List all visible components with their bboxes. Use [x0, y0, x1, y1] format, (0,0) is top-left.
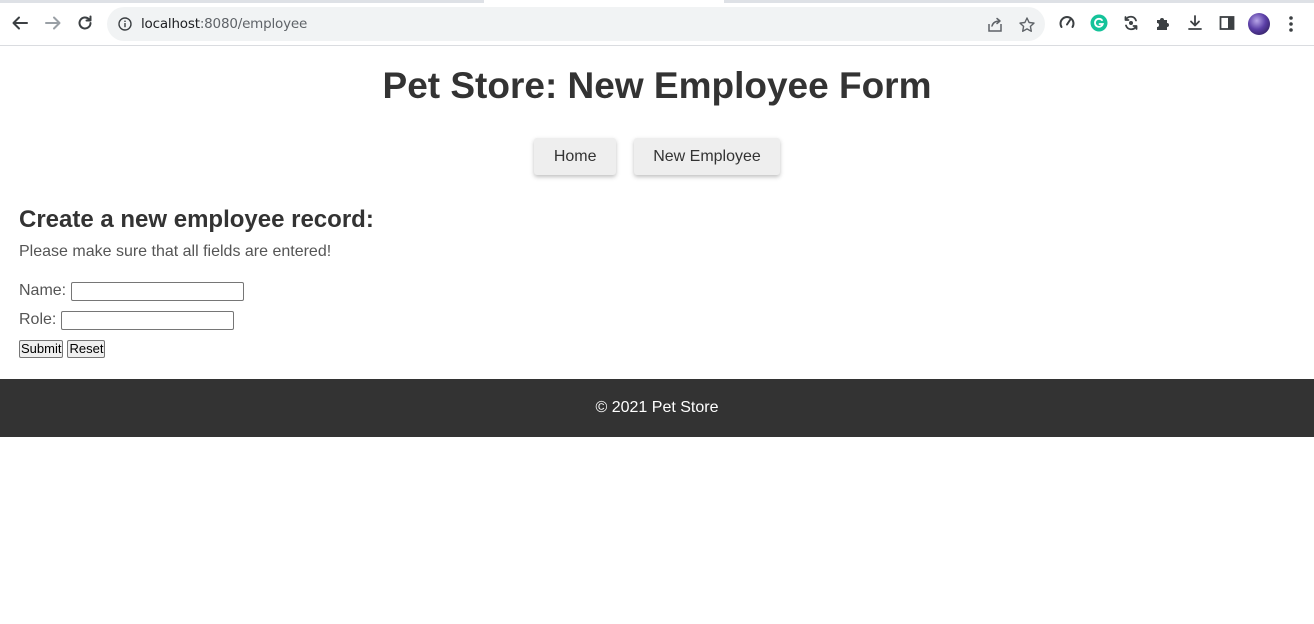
- reset-button[interactable]: Reset: [67, 340, 106, 358]
- share-icon[interactable]: [986, 16, 1004, 34]
- grammarly-icon[interactable]: [1090, 14, 1108, 32]
- role-input[interactable]: [61, 310, 235, 330]
- download-icon[interactable]: [1186, 14, 1204, 32]
- home-nav-button[interactable]: Home: [534, 138, 617, 175]
- site-nav: Home New Employee: [0, 138, 1314, 175]
- url-text[interactable]: localhost:8080/employee: [141, 16, 307, 32]
- tab-strip: [0, 0, 1314, 3]
- role-label: Role:: [19, 311, 57, 328]
- arrow-left-icon: [12, 16, 28, 30]
- page-title: Pet Store: New Employee Form: [382, 65, 932, 106]
- avatar[interactable]: [1248, 13, 1270, 35]
- arrow-right-icon: [45, 16, 61, 30]
- form-actions: Submit Reset: [19, 340, 106, 358]
- forward-button[interactable]: [41, 11, 65, 35]
- url-host: localhost: [141, 16, 200, 32]
- submit-button[interactable]: Submit: [19, 340, 64, 358]
- form-heading: Create a new employee record:: [19, 206, 374, 233]
- active-tab-edge: [484, 0, 724, 3]
- url-path: :8080/employee: [199, 16, 308, 32]
- name-label: Name:: [19, 282, 67, 299]
- footer-text: © 2021 Pet Store: [595, 399, 719, 416]
- new-employee-nav-button[interactable]: New Employee: [634, 138, 780, 175]
- speed-dial-icon[interactable]: [1058, 14, 1076, 32]
- reload-button[interactable]: [73, 11, 97, 35]
- form-instructions: Please make sure that all fields are ent…: [19, 243, 332, 260]
- footer: © 2021 Pet Store: [0, 379, 1314, 437]
- role-field-row: Role:: [19, 310, 235, 330]
- star-icon[interactable]: [1018, 16, 1036, 34]
- browser-toolbar: localhost:8080/employee: [0, 0, 1314, 46]
- puzzle-icon[interactable]: [1154, 14, 1172, 32]
- name-input[interactable]: [71, 281, 245, 301]
- address-bar[interactable]: localhost:8080/employee: [107, 7, 1045, 41]
- name-field-row: Name:: [19, 281, 245, 301]
- sync-icon[interactable]: [1122, 14, 1140, 32]
- back-button[interactable]: [8, 11, 32, 35]
- reload-icon: [78, 15, 92, 30]
- info-icon[interactable]: [118, 17, 132, 31]
- kebab-menu-icon[interactable]: [1285, 14, 1297, 34]
- side-panel-icon[interactable]: [1218, 14, 1236, 32]
